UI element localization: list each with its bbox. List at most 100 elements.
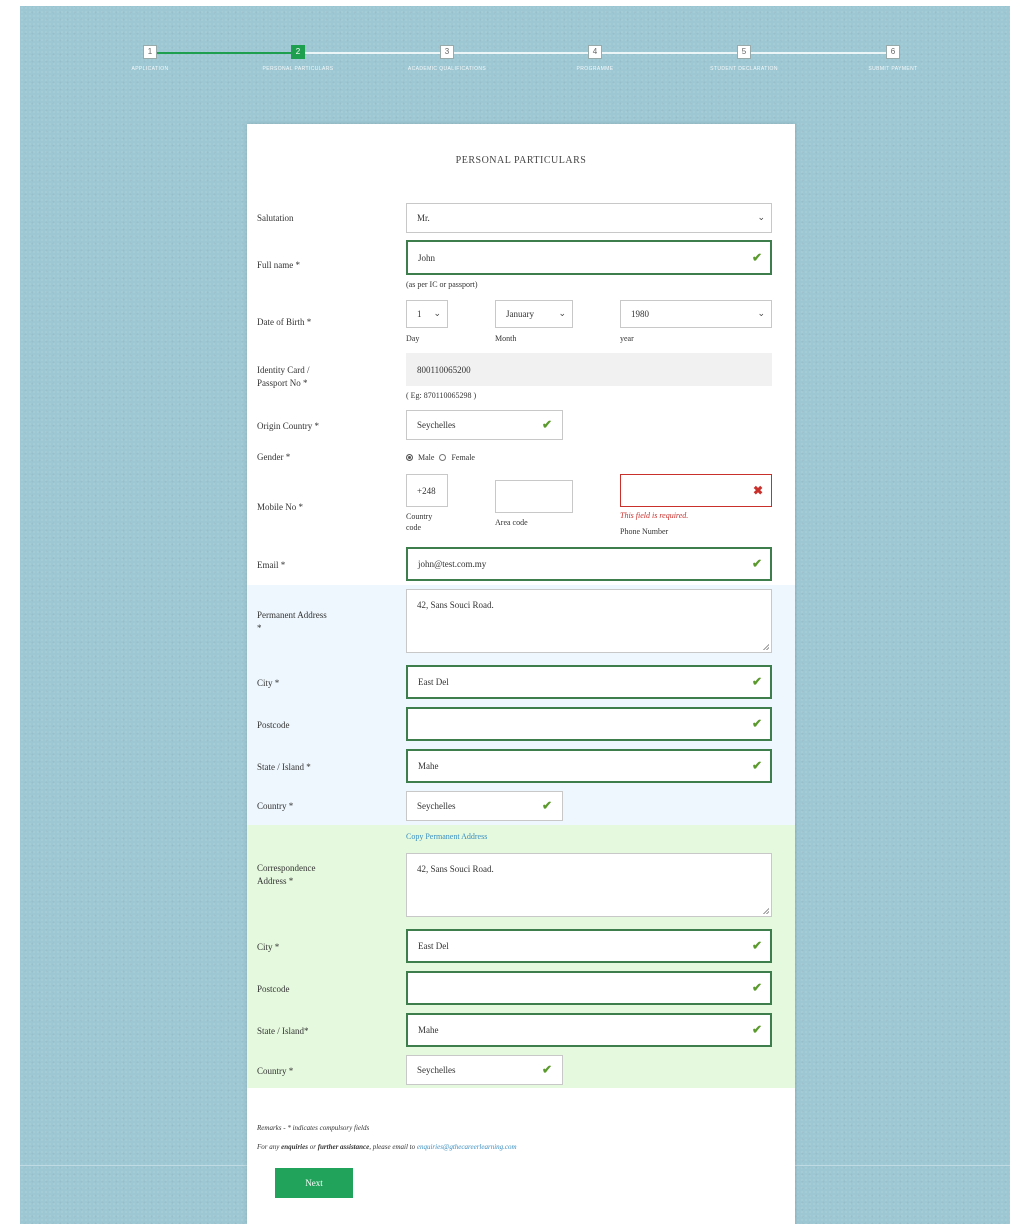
chevron-down-icon: ⌄ <box>433 307 441 318</box>
gender-radio-group: Male Female <box>406 452 475 463</box>
dob-year-select[interactable]: 1980 ⌄ <box>620 300 772 328</box>
dob-year-hint: year <box>620 334 634 343</box>
correspondence-postcode-input[interactable]: ✔ <box>406 971 772 1005</box>
permanent-postcode-input[interactable]: ✔ <box>406 707 772 741</box>
correspondence-country-select[interactable]: Seychelles ✔ <box>406 1055 563 1085</box>
full-name-label: Full name * <box>257 260 300 270</box>
remarks-enquiries: enquiries <box>281 1143 308 1151</box>
resize-handle-icon[interactable] <box>763 644 769 650</box>
step-6-box[interactable]: 6 <box>886 45 900 59</box>
dob-day-hint: Day <box>406 334 420 343</box>
step-4-box[interactable]: 4 <box>588 45 602 59</box>
correspondence-state-input[interactable]: Mahe ✔ <box>406 1013 772 1047</box>
mobile-phone-error: This field is required. <box>620 511 689 520</box>
step-6-label: SUBMIT PAYMENT <box>868 66 918 72</box>
permanent-city-label: City * <box>257 678 280 688</box>
email-label: Email * <box>257 560 286 570</box>
checkmark-icon: ✔ <box>541 1062 552 1077</box>
permanent-state-value: Mahe <box>418 761 439 771</box>
dob-month-select[interactable]: January ⌄ <box>495 300 573 328</box>
dob-year-value: 1980 <box>631 309 649 319</box>
permanent-state-label: State / Island * <box>257 762 311 772</box>
correspondence-state-label: State / Island* <box>257 1026 309 1036</box>
correspondence-postcode-label: Postcode <box>257 984 290 994</box>
remarks-compulsory: Remarks - * indicates compulsory fields <box>257 1124 370 1132</box>
checkmark-icon: ✔ <box>751 938 762 953</box>
origin-country-value: Seychelles <box>417 420 456 430</box>
full-name-input[interactable]: John ✔ <box>406 240 772 275</box>
enquiries-email-link[interactable]: enquiries@gthecareerlearning.com <box>417 1143 517 1151</box>
resize-handle-icon[interactable] <box>763 908 769 914</box>
id-card-input[interactable]: 800110065200 <box>406 353 772 386</box>
permanent-city-input[interactable]: East Del ✔ <box>406 665 772 699</box>
checkmark-icon: ✔ <box>751 716 762 731</box>
chevron-down-icon: ⌄ <box>757 307 765 318</box>
permanent-address-textarea[interactable]: 42, Sans Souci Road. <box>406 589 772 653</box>
correspondence-city-label: City * <box>257 942 280 952</box>
mobile-phone-input[interactable]: ✖ <box>620 474 772 507</box>
full-name-hint: (as per IC or passport) <box>406 280 478 289</box>
permanent-address-label-line1: Permanent Address <box>257 610 327 620</box>
checkmark-icon: ✔ <box>541 417 552 432</box>
salutation-label: Salutation <box>257 213 294 223</box>
correspondence-state-value: Mahe <box>418 1025 439 1035</box>
dob-day-value: 1 <box>417 309 422 319</box>
email-value: john@test.com.my <box>418 559 487 569</box>
step-3-label: ACADEMIC QUALIFICATIONS <box>407 66 487 72</box>
permanent-address-label-line2: * <box>257 623 262 633</box>
remarks-text: For any <box>257 1143 280 1151</box>
remarks-email-prefix: , please email to <box>369 1143 416 1151</box>
next-button[interactable]: Next <box>275 1168 353 1198</box>
step-2-box[interactable]: 2 <box>291 45 305 59</box>
correspondence-country-label: Country * <box>257 1066 294 1076</box>
permanent-state-input[interactable]: Mahe ✔ <box>406 749 772 783</box>
copy-permanent-address-link[interactable]: Copy Permanent Address <box>406 832 487 841</box>
origin-country-label: Origin Country * <box>257 421 319 431</box>
step-1-label: APPLICATION <box>131 66 169 72</box>
checkmark-icon: ✔ <box>751 250 762 264</box>
gender-male-label: Male <box>418 453 435 462</box>
correspondence-city-input[interactable]: East Del ✔ <box>406 929 772 963</box>
checkmark-icon: ✔ <box>751 674 762 689</box>
mobile-country-code-input[interactable]: +248 <box>406 474 448 507</box>
email-input[interactable]: john@test.com.my ✔ <box>406 547 772 581</box>
mobile-area-hint: Area code <box>495 518 528 527</box>
permanent-postcode-label: Postcode <box>257 720 290 730</box>
gender-female-radio[interactable] <box>439 454 447 461</box>
id-card-label-line1: Identity Card / <box>257 365 310 375</box>
checkmark-icon: ✔ <box>541 798 552 813</box>
dob-month-hint: Month <box>495 334 517 343</box>
step-5-label: STUDENT DECLARATION <box>710 66 778 72</box>
salutation-value: Mr. <box>417 213 430 223</box>
step-1-box[interactable]: 1 <box>143 45 157 59</box>
form-title: PERSONAL PARTICULARS <box>455 155 587 166</box>
dob-month-value: January <box>506 309 534 319</box>
correspondence-address-label-line1: Correspondence <box>257 863 316 873</box>
cross-icon: ✖ <box>752 483 763 497</box>
permanent-country-label: Country * <box>257 801 294 811</box>
mobile-country-hint-line1: Country <box>406 512 433 521</box>
remarks-contact: For any enquiries or further assistance,… <box>257 1143 517 1151</box>
step-2-label: PERSONAL PARTICULARS <box>262 66 334 72</box>
salutation-select[interactable]: Mr. ⌄ <box>406 203 772 233</box>
gender-male-radio[interactable] <box>406 454 413 461</box>
permanent-country-select[interactable]: Seychelles ✔ <box>406 791 563 821</box>
correspondence-city-value: East Del <box>418 941 449 951</box>
correspondence-address-value: 42, Sans Souci Road. <box>417 864 494 874</box>
id-card-hint: ( Eg: 870110065298 ) <box>406 391 477 400</box>
correspondence-address-textarea[interactable]: 42, Sans Souci Road. <box>406 853 772 917</box>
id-card-label-line2: Passport No * <box>257 378 308 388</box>
step-5-box[interactable]: 5 <box>737 45 751 59</box>
chevron-down-icon: ⌄ <box>558 307 566 318</box>
correspondence-country-value: Seychelles <box>417 1065 456 1075</box>
mobile-area-code-input[interactable] <box>495 480 573 513</box>
origin-country-select[interactable]: Seychelles ✔ <box>406 410 563 440</box>
mobile-country-hint-line2: code <box>406 523 422 532</box>
step-3-box[interactable]: 3 <box>440 45 454 59</box>
dob-day-select[interactable]: 1 ⌄ <box>406 300 448 328</box>
gender-female-label: Female <box>451 453 475 462</box>
permanent-address-value: 42, Sans Souci Road. <box>417 600 494 610</box>
checkmark-icon: ✔ <box>751 556 762 571</box>
stepper-connector-done <box>152 52 298 54</box>
checkmark-icon: ✔ <box>751 980 762 995</box>
